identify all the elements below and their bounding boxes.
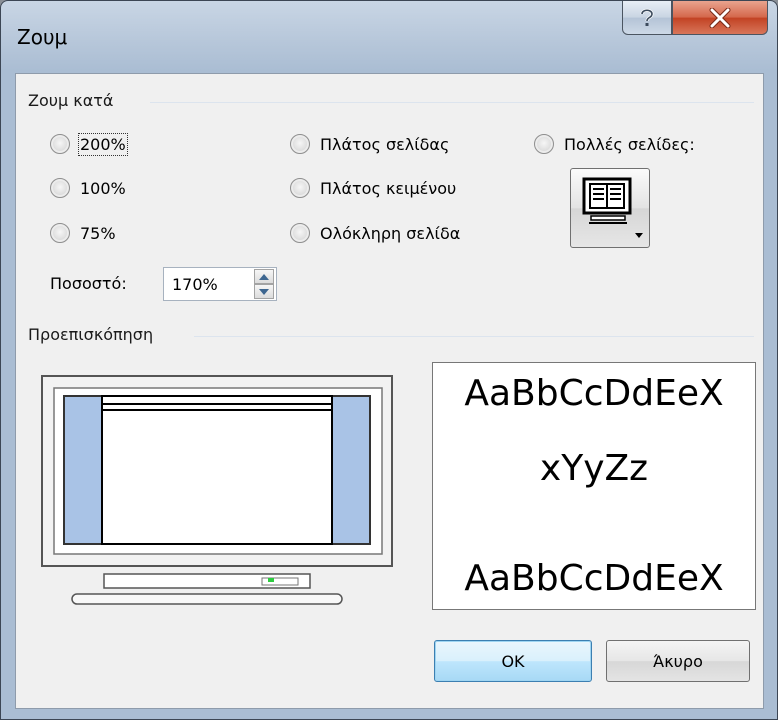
page-preview: [41, 375, 393, 605]
radio-dot[interactable]: [290, 134, 310, 154]
radio-dot[interactable]: [290, 178, 310, 198]
radio-dot[interactable]: [50, 223, 70, 243]
radio-label: 200%: [78, 132, 128, 156]
spin-up-button[interactable]: [254, 269, 274, 284]
dialog-title: Ζουμ: [17, 25, 68, 49]
radio-dot[interactable]: [50, 134, 70, 154]
multiple-pages-monitor-icon: [582, 177, 643, 238]
radio-dot[interactable]: [534, 134, 554, 154]
radio-page-width[interactable]: Πλάτος σελίδας: [290, 131, 449, 157]
help-button[interactable]: [622, 1, 672, 35]
radio-label: Ολόκληρη σελίδα: [320, 223, 461, 243]
cancel-button[interactable]: Άκυρο: [606, 640, 750, 682]
radio-label: Πλάτος σελίδας: [320, 134, 450, 154]
spin-down-arrow-icon: [259, 288, 269, 295]
zoom-group-divider: [150, 102, 754, 103]
spin-up-arrow-icon: [259, 273, 269, 280]
help-icon: [640, 8, 654, 26]
sample-line: xYyZz: [539, 448, 649, 489]
dialog-body: Ζουμ κατά 200% 100% 75% Πλάτος σελίδας Π…: [15, 73, 764, 709]
percent-input[interactable]: 170%: [172, 275, 218, 294]
radio-label: Πολλές σελίδες:: [564, 134, 695, 154]
close-button[interactable]: [672, 1, 768, 35]
radio-200[interactable]: 200%: [50, 131, 128, 157]
spin-down-button[interactable]: [254, 284, 274, 299]
radio-many-pages[interactable]: Πολλές σελίδες:: [534, 131, 695, 157]
sample-line: AaBbCcDdEeX: [464, 558, 724, 599]
radio-label: Πλάτος κειμένου: [320, 178, 457, 198]
preview-group-divider: [194, 336, 754, 337]
radio-100[interactable]: 100%: [50, 175, 126, 201]
ok-button[interactable]: OK: [434, 640, 592, 682]
title-bar[interactable]: Ζουμ: [1, 1, 777, 73]
close-icon: [709, 7, 731, 28]
font-sample-preview: AaBbCcDdEeX xYyZz AaBbCcDdEeX: [432, 362, 756, 610]
percent-label: Ποσοστό:: [50, 274, 127, 293]
radio-dot[interactable]: [290, 223, 310, 243]
radio-dot[interactable]: [50, 178, 70, 198]
radio-75[interactable]: 75%: [50, 220, 116, 246]
sample-line: AaBbCcDdEeX: [464, 373, 724, 414]
radio-label: 75%: [80, 223, 116, 243]
zoom-group-title: Ζουμ κατά: [28, 91, 114, 110]
many-pages-button[interactable]: [570, 168, 650, 248]
preview-group-title: Προεπισκόπηση: [28, 325, 154, 344]
percent-spinner[interactable]: 170%: [163, 267, 277, 301]
radio-text-width[interactable]: Πλάτος κειμένου: [290, 175, 456, 201]
radio-label: 100%: [80, 178, 126, 198]
zoom-dialog: Ζουμ Ζουμ κατά 200% 100% 75% Πλάτος σελί…: [0, 0, 778, 720]
radio-whole-page[interactable]: Ολόκληρη σελίδα: [290, 220, 460, 246]
